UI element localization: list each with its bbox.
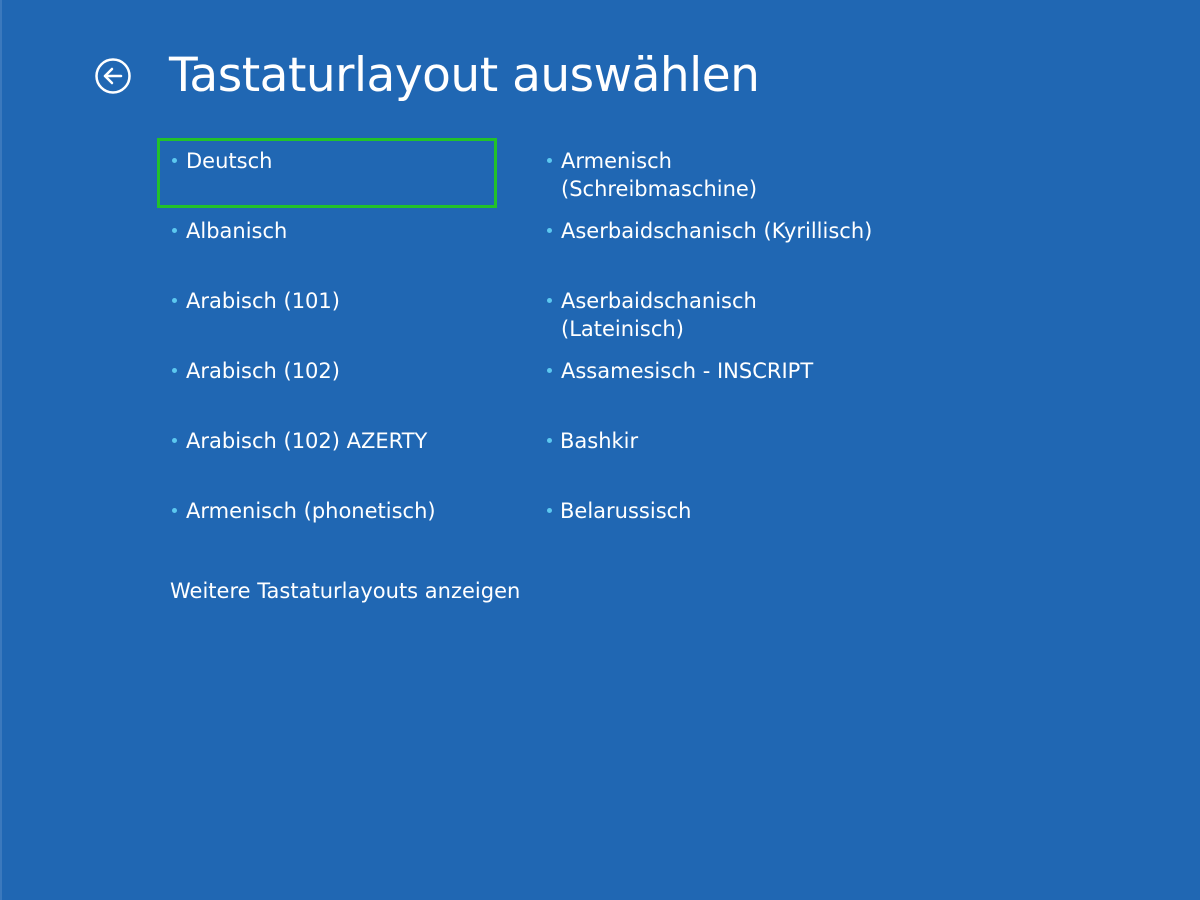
bullet-icon: [547, 228, 552, 233]
bullet-icon: [547, 508, 552, 513]
layout-item-label-line2: (Lateinisch): [561, 317, 684, 341]
layout-item-assamesisch-inscript[interactable]: Assamesisch - INSCRIPT: [532, 348, 872, 418]
layout-item-label: Arabisch (101): [186, 289, 340, 313]
bullet-icon: [547, 298, 552, 303]
bullet-icon: [172, 508, 177, 513]
layout-item-label: Albanisch: [186, 219, 288, 243]
layout-item-label: Armenisch (phonetisch): [186, 499, 436, 523]
bullet-icon: [172, 438, 177, 443]
layout-item-label-line1: Assamesisch - INSCRIPT: [561, 359, 814, 383]
layout-item-armenisch-phonetisch[interactable]: Armenisch (phonetisch): [157, 488, 497, 558]
screen-edge: [0, 0, 2, 900]
layout-item-aserbaidschanisch-kyrillisch[interactable]: Aserbaidschanisch (Kyrillisch): [532, 208, 872, 278]
layout-item-arabisch-102[interactable]: Arabisch (102): [157, 348, 497, 418]
back-button[interactable]: [94, 57, 132, 95]
bullet-icon: [547, 438, 552, 443]
layout-item-label-line1: Belarussisch: [560, 499, 692, 523]
layout-item-label-line2: (Schreibmaschine): [561, 177, 758, 201]
bullet-icon: [172, 368, 177, 373]
layout-item-arabisch-101[interactable]: Arabisch (101): [157, 278, 497, 348]
layout-item-label-line1: Bashkir: [560, 429, 639, 453]
layout-item-albanisch[interactable]: Albanisch: [157, 208, 497, 278]
layout-item-belarussisch[interactable]: Belarussisch: [532, 488, 872, 558]
page-title: Tastaturlayout auswählen: [169, 48, 760, 103]
bullet-icon: [547, 368, 552, 373]
bullet-icon: [172, 158, 177, 163]
layout-item-deutsch[interactable]: Deutsch: [157, 138, 497, 208]
layout-item-label-line1: Armenisch: [561, 149, 672, 173]
bullet-icon: [172, 298, 177, 303]
bullet-icon: [172, 228, 177, 233]
circle-arrow-left-icon: [95, 58, 131, 94]
layout-item-aserbaidschanisch-lateinisch[interactable]: Aserbaidschanisch (Lateinisch): [532, 278, 872, 348]
layout-item-armenisch-schreibmaschine[interactable]: Armenisch (Schreibmaschine): [532, 138, 872, 208]
layout-item-label: Arabisch (102): [186, 359, 340, 383]
layout-item-bashkir[interactable]: Bashkir: [532, 418, 872, 488]
layout-item-arabisch-102-azerty[interactable]: Arabisch (102) AZERTY: [157, 418, 497, 488]
layout-item-label: Arabisch (102) AZERTY: [186, 429, 428, 453]
layout-item-label: Deutsch: [186, 149, 273, 173]
bullet-icon: [547, 158, 552, 163]
more-layouts-link[interactable]: Weitere Tastaturlayouts anzeigen: [170, 577, 520, 605]
layout-item-label-line1: Aserbaidschanisch (Kyrillisch): [561, 219, 873, 243]
layout-item-label-line1: Aserbaidschanisch: [561, 289, 757, 313]
